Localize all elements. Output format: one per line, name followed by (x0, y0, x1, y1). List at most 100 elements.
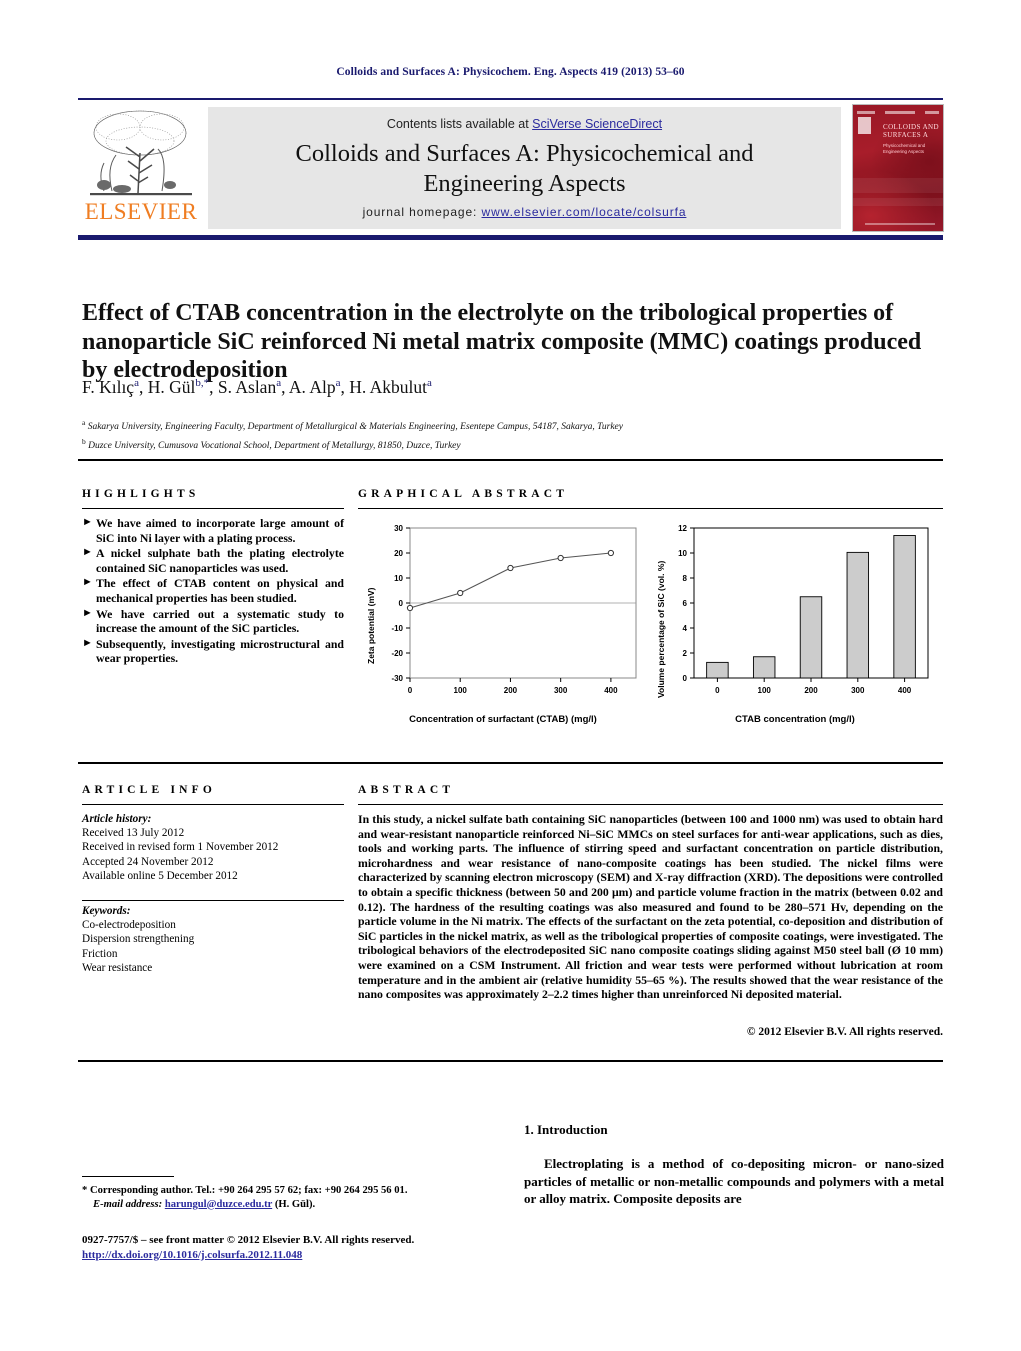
abstract-text: In this study, a nickel sulfate bath con… (358, 812, 943, 1002)
svg-text:10: 10 (678, 549, 687, 558)
doi-link[interactable]: http://dx.doi.org/10.1016/j.colsurfa.201… (82, 1249, 302, 1261)
keyword-item: Wear resistance (82, 961, 153, 974)
corresponding-author-note: * Corresponding author. Tel.: +90 264 29… (82, 1184, 502, 1211)
article-info-divider (82, 900, 344, 901)
homepage-prefix: journal homepage: (362, 205, 482, 219)
list-item: ► A nickel sulphate bath the plating elec… (82, 546, 344, 575)
keywords-label: Keywords: (82, 905, 131, 918)
sic-volume-bar-chart: Volume percentage of SiC (vol. %) 0 2 4 6 8 1… (650, 516, 940, 738)
article-info-block: Article history: Received 13 July 2012 R… (82, 812, 344, 975)
running-head: Colloids and Surfaces A: Physicochem. En… (336, 66, 685, 78)
svg-text:8: 8 (683, 574, 688, 583)
journal-title-line1: Colloids and Surfaces A: Physicochemical… (295, 140, 754, 167)
svg-text:400: 400 (604, 686, 618, 695)
graphical-abstract-underrule (358, 508, 943, 509)
keyword-item: Friction (82, 947, 118, 960)
journal-homepage-link[interactable]: www.elsevier.com/locate/colsurfa (482, 205, 687, 219)
history-item: Received in revised form 1 November 2012 (82, 841, 279, 854)
article-history-label: Article history: (82, 813, 152, 825)
svg-text:6: 6 (683, 599, 688, 608)
introduction-heading: 1. Introduction (524, 1122, 608, 1137)
svg-text:30: 30 (394, 524, 403, 533)
list-item: ► The effect of CTAB content on physical … (82, 576, 344, 605)
cover-title: COLLOIDS AND SURFACES A (883, 123, 939, 139)
affiliation-a: a Sakarya University, Engineering Facult… (82, 418, 623, 433)
elsevier-wordmark: ELSEVIER (84, 199, 198, 224)
svg-text:0: 0 (715, 686, 720, 695)
journal-masthead: Contents lists available at SciVerse Sci… (208, 107, 841, 229)
graphical-abstract-heading: GRAPHICAL ABSTRACT (358, 488, 569, 500)
copyright-line: © 2012 Elsevier B.V. All rights reserved… (746, 1026, 943, 1038)
issn-line: 0927-7757/$ – see front matter © 2012 El… (82, 1234, 415, 1246)
elsevier-tree-icon (90, 110, 192, 196)
header-top-rule (78, 98, 943, 100)
header-bottom-rule (78, 235, 943, 240)
contents-prefix: Contents lists available at (386, 117, 533, 131)
email-line: E-mail address: harungul@duzce.edu.tr (H… (82, 1198, 502, 1212)
cover-footer-strip (865, 223, 935, 225)
footnote-rule (82, 1176, 174, 1177)
keywords-block: Keywords: Co-electrodeposition Dispersio… (82, 904, 344, 975)
line-chart-x-axis-title: Concentration of surfactant (CTAB) (mg/l… (409, 714, 597, 725)
history-item: Received 13 July 2012 (82, 827, 185, 840)
sciencedirect-link[interactable]: SciVerse ScienceDirect (532, 117, 662, 131)
svg-text:100: 100 (758, 686, 772, 695)
author-list: F. Kılıça, H. Gülb,*, S. Aslana, A. Alpa… (82, 377, 432, 397)
email-label: E-mail address: (93, 1198, 163, 1210)
introduction-text: Electroplating is a method of co-deposit… (524, 1156, 944, 1206)
abstract-heading: ABSTRACT (358, 784, 455, 796)
history-item: Available online 5 December 2012 (82, 869, 238, 882)
journal-title: Colloids and Surfaces A: Physicochemical… (238, 139, 811, 199)
highlight-text: The effect of CTAB content on physical a… (96, 576, 344, 605)
contents-available-line: Contents lists available at SciVerse Sci… (208, 117, 841, 131)
email-link[interactable]: harungul@duzce.edu.tr (165, 1199, 272, 1210)
line-chart-y-axis-title: Zeta potential (mV) (366, 587, 376, 664)
history-item: Accepted 24 November 2012 (82, 855, 214, 868)
issn-block: 0927-7757/$ – see front matter © 2012 El… (82, 1233, 552, 1262)
svg-text:4: 4 (683, 624, 688, 633)
article-info-heading: ARTICLE INFO (82, 784, 217, 796)
highlight-text: We have carried out a systematic study t… (96, 606, 344, 636)
bar-chart-x-axis-title: CTAB concentration (mg/l) (735, 714, 855, 725)
journal-homepage-line: journal homepage: www.elsevier.com/locat… (208, 205, 841, 219)
keyword-item: Co-electrodeposition (82, 919, 176, 932)
list-item: ► Subsequently, investigating microstruct… (82, 637, 344, 666)
svg-text:2: 2 (683, 649, 688, 658)
svg-text:0: 0 (399, 599, 404, 608)
highlight-text: We have aimed to incorporate large amoun… (96, 516, 344, 545)
affiliation-a-text: Sakarya University, Engineering Faculty,… (87, 422, 623, 433)
svg-text:0: 0 (683, 674, 688, 683)
svg-text:-30: -30 (391, 674, 403, 683)
cover-top-strip (857, 109, 939, 115)
cover-subtitle: Physicochemical and Engineering Aspects (883, 143, 926, 154)
graphical-abstract: Zeta potential (mV) -30 -20 -10 0 10 20 30 0 100… (358, 516, 943, 738)
triangle-bullet-icon: ► (82, 576, 93, 589)
abstract-underrule (358, 804, 943, 805)
svg-text:400: 400 (898, 686, 912, 695)
triangle-bullet-icon: ► (82, 516, 93, 528)
section-rule-bottom (78, 1060, 943, 1062)
svg-text:300: 300 (554, 686, 568, 695)
highlights-list: ► We have aimed to incorporate large amou… (82, 516, 344, 667)
corresponding-line: * Corresponding author. Tel.: +90 264 29… (82, 1185, 408, 1196)
affiliation-b-text: Duzce University, Cumusova Vocational Sc… (88, 440, 461, 451)
svg-text:20: 20 (394, 549, 403, 558)
journal-title-line2: Engineering Aspects (423, 170, 626, 197)
svg-text:200: 200 (804, 686, 818, 695)
highlights-underrule (82, 508, 344, 509)
article-info-underrule (82, 804, 344, 805)
svg-text:0: 0 (408, 686, 413, 695)
triangle-bullet-icon: ► (82, 636, 93, 649)
journal-cover-thumbnail: COLLOIDS AND SURFACES A Physicochemical … (852, 104, 944, 232)
svg-text:-10: -10 (391, 624, 403, 633)
paper-page: Colloids and Surfaces A: Physicochem. En… (0, 0, 1021, 1351)
elsevier-logo: ELSEVIER (82, 107, 200, 229)
highlight-text: Subsequently, investigating microstructu… (96, 636, 344, 666)
bar-chart-y-axis-title: Volume percentage of SiC (vol. %) (656, 560, 666, 698)
email-suffix: (H. Gül). (274, 1198, 316, 1210)
affiliations: a Sakarya University, Engineering Facult… (82, 416, 942, 453)
list-item: ► We have carried out a systematic study … (82, 607, 344, 636)
keyword-item: Dispersion strengthening (82, 933, 195, 946)
triangle-bullet-icon: ► (82, 546, 93, 559)
highlights-heading: HIGHLIGHTS (82, 488, 200, 500)
